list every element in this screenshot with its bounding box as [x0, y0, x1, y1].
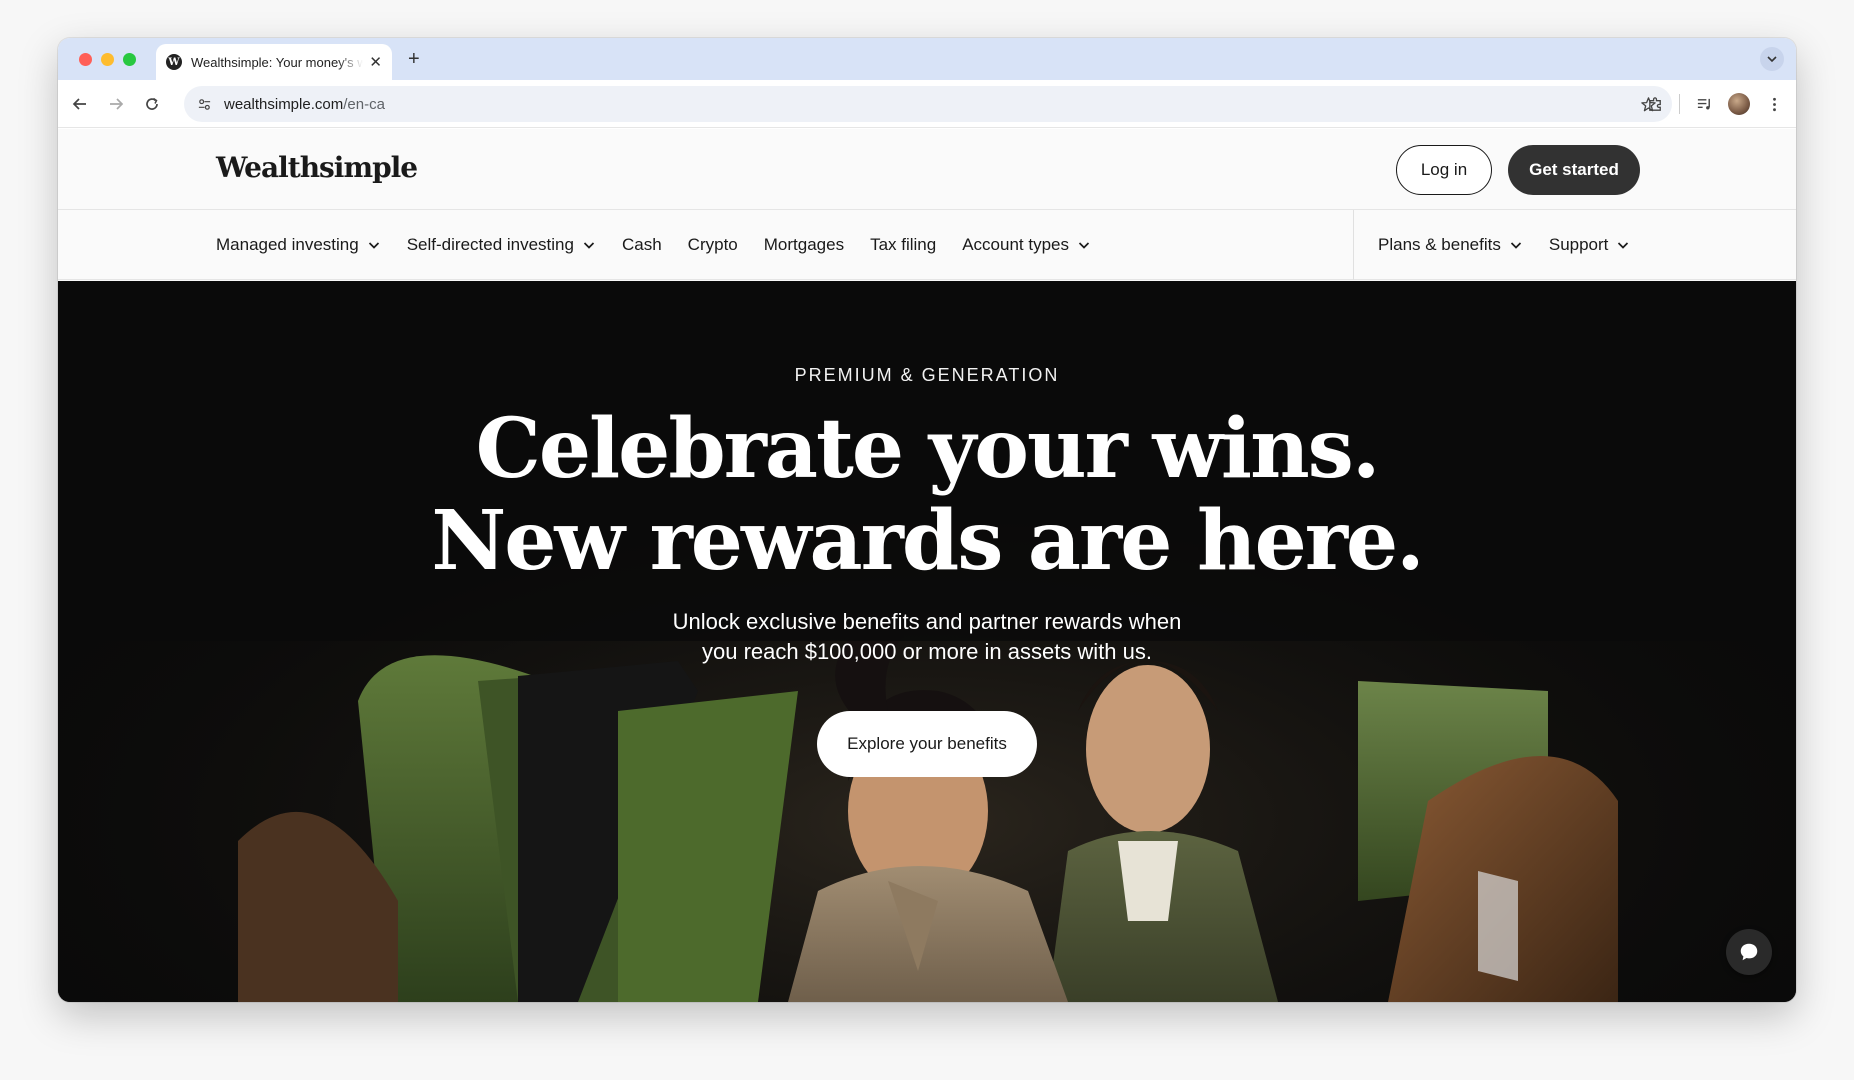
chat-bubble-icon — [1740, 943, 1758, 961]
headline-line-1: Celebrate your wins. — [475, 401, 1381, 497]
chat-support-button[interactable] — [1726, 929, 1772, 975]
nav-item-label: Mortgages — [763, 235, 845, 254]
nav-item-mortgages[interactable]: Mortgages — [764, 235, 844, 255]
nav-item-cash[interactable]: Cash — [622, 235, 662, 255]
toolbar-separator — [1679, 94, 1680, 114]
log-in-button[interactable]: Log in — [1396, 145, 1492, 195]
get-started-button[interactable]: Get started — [1508, 145, 1640, 195]
nav-item-plans-and-benefits[interactable]: Plans & benefits — [1378, 235, 1523, 255]
more-menu-icon[interactable] — [1762, 92, 1786, 116]
arrow-left-icon — [72, 97, 86, 110]
minimize-window-button[interactable] — [101, 52, 114, 66]
nav-item-managed-investing[interactable]: Managed investing — [216, 235, 381, 255]
url-path: /en-ca — [343, 95, 385, 113]
hero-headline: Celebrate your wins. New rewards are her… — [58, 403, 1796, 587]
site-settings-icon[interactable] — [194, 94, 214, 114]
nav-item-crypto[interactable]: Crypto — [688, 235, 738, 255]
nav-item-label: Crypto — [687, 235, 738, 254]
tab-strip: W Wealthsimple: Your money's working for… — [58, 38, 1796, 80]
nav-item-label: Support — [1548, 235, 1609, 254]
browser-window: W Wealthsimple: Your money's working for… — [58, 38, 1796, 1002]
address-bar[interactable]: wealthsimple.com/en-ca — [184, 86, 1672, 122]
desktop-backdrop: W Wealthsimple: Your money's working for… — [0, 0, 1854, 1080]
nav-item-label: Account types — [962, 235, 1069, 254]
nav-item-label: Tax filing — [870, 235, 937, 254]
nav-item-account-types[interactable]: Account types — [962, 235, 1091, 255]
hero-section: PREMIUM & GENERATION Celebrate your wins… — [58, 281, 1796, 1002]
window-controls — [79, 52, 136, 66]
arrow-right-icon — [110, 97, 124, 110]
close-window-button[interactable] — [79, 52, 92, 66]
chevron-down-icon — [1509, 238, 1523, 252]
nav-secondary-group: Plans & benefits Support — [1378, 210, 1630, 280]
page-viewport: Wealthsimple Log in Get started Managed … — [58, 129, 1796, 1002]
nav-item-self-directed-investing[interactable]: Self-directed investing — [407, 235, 596, 255]
url-text: wealthsimple.com/en-ca — [224, 96, 385, 113]
toolbar-actions — [1643, 86, 1786, 122]
reload-button[interactable] — [134, 86, 170, 122]
maximize-window-button[interactable] — [123, 52, 136, 66]
back-button[interactable] — [62, 86, 98, 122]
extensions-puzzle-icon[interactable] — [1643, 92, 1667, 116]
url-host: wealthsimple.com — [224, 95, 344, 113]
wealthsimple-logo[interactable]: Wealthsimple — [216, 151, 418, 184]
nav-item-label: Cash — [621, 235, 662, 254]
explore-benefits-button[interactable]: Explore your benefits — [817, 711, 1037, 777]
chevron-down-icon — [1077, 238, 1091, 252]
wealthsimple-favicon-icon: W — [166, 54, 182, 70]
tab-title: Wealthsimple: Your money's working for y… — [191, 54, 363, 70]
chevron-down-icon — [1767, 56, 1777, 63]
profile-avatar[interactable] — [1728, 93, 1750, 115]
nav-item-tax-filing[interactable]: Tax filing — [870, 235, 936, 255]
nav-item-label: Plans & benefits — [1378, 235, 1501, 254]
media-controls-icon[interactable] — [1692, 92, 1716, 116]
chevron-down-icon — [582, 238, 596, 252]
nav-item-support[interactable]: Support — [1549, 235, 1631, 255]
hero-eyebrow: PREMIUM & GENERATION — [794, 365, 1060, 385]
site-header: Wealthsimple Log in Get started — [58, 129, 1796, 210]
browser-tab-active[interactable]: W Wealthsimple: Your money's working for… — [156, 44, 392, 80]
nav-item-label: Managed investing — [216, 235, 359, 254]
tab-close-icon[interactable]: ✕ — [369, 55, 382, 70]
chevron-down-icon — [1616, 238, 1630, 252]
headline-line-2: New rewards are here. — [431, 493, 1424, 589]
hero-subheading: Unlock exclusive benefits and partner re… — [58, 607, 1796, 667]
chevron-down-icon — [367, 238, 381, 252]
reload-icon — [146, 97, 158, 110]
forward-button[interactable] — [98, 86, 134, 122]
tab-search-button[interactable] — [1760, 47, 1784, 71]
new-tab-button[interactable]: + — [408, 49, 420, 69]
nav-primary-group: Managed investing Self-directed investing… — [216, 210, 1091, 280]
browser-toolbar: wealthsimple.com/en-ca — [58, 80, 1796, 128]
nav-item-label: Self-directed investing — [406, 235, 574, 254]
subheading-line-1: Unlock exclusive benefits and partner re… — [672, 609, 1182, 634]
main-navigation: Managed investing Self-directed investing… — [58, 210, 1796, 280]
nav-divider — [1353, 210, 1354, 280]
subheading-line-2: you reach $100,000 or more in assets wit… — [701, 639, 1153, 664]
